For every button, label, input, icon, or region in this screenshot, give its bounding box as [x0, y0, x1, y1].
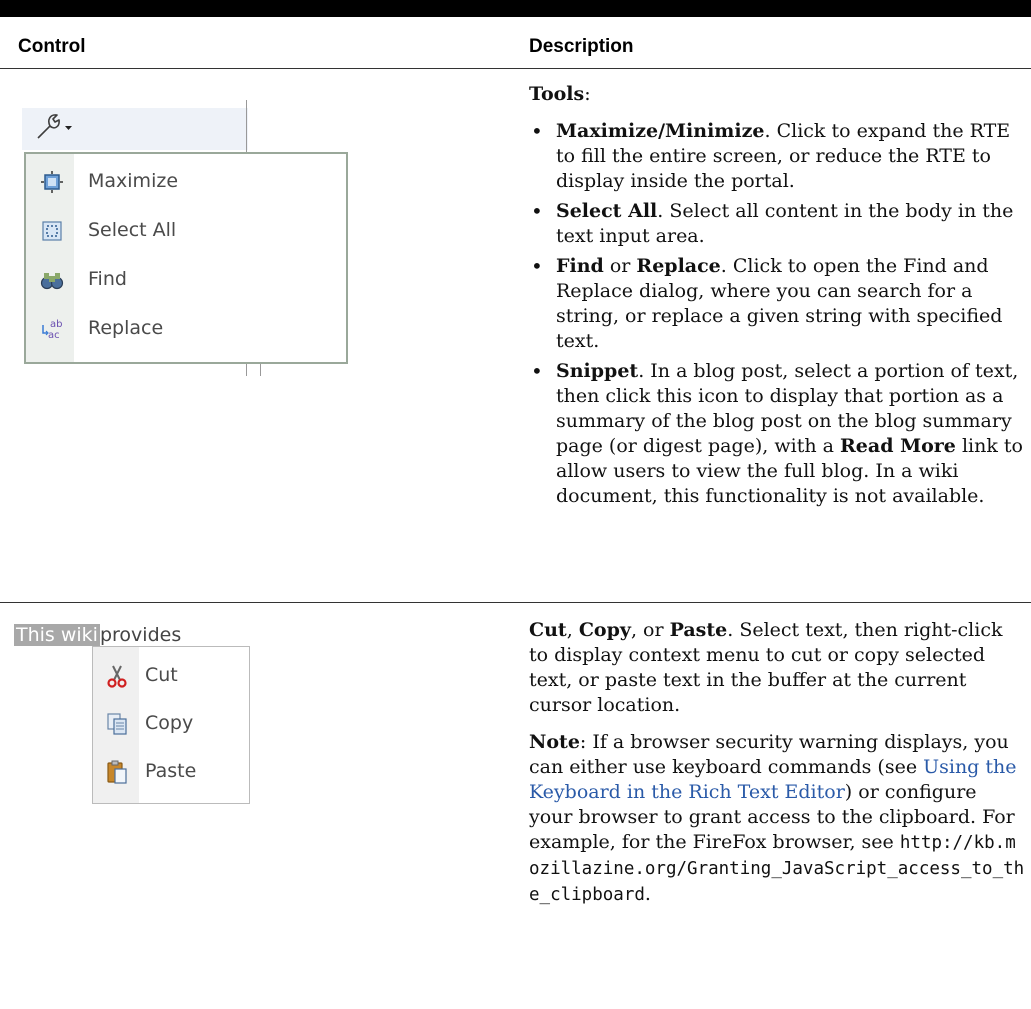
- wrench-icon: [37, 114, 72, 139]
- context-item-cut[interactable]: Cut: [93, 653, 248, 699]
- context-menu: Cut Copy Paste: [92, 646, 250, 804]
- context-item-copy[interactable]: Copy: [93, 701, 248, 747]
- copy-icon: [107, 713, 127, 735]
- clipboard-paragraph: Cut, Copy, or Paste. Select text, then r…: [529, 619, 1003, 716]
- column-header-control: Control: [18, 36, 86, 57]
- scissors-icon: [107, 665, 127, 688]
- select-all-icon: [42, 221, 62, 241]
- selected-text: This wiki: [14, 624, 100, 646]
- tools-title: Tools: [529, 83, 585, 105]
- menu-item-label: Maximize: [88, 170, 179, 192]
- maximize-icon: [41, 171, 63, 193]
- list-item: Snippet. In a blog post, select a portio…: [529, 359, 1025, 509]
- svg-text:ab: ab: [50, 319, 62, 330]
- replace-icon: ab ac: [42, 319, 62, 341]
- context-item-label: Copy: [145, 712, 194, 734]
- header-rule: [0, 68, 1031, 69]
- list-item: Maximize/Minimize. Click to expand the R…: [529, 119, 1025, 194]
- menu-item-maximize[interactable]: Maximize: [26, 158, 348, 206]
- context-menu-control-image: This wiki provides Cut Copy Paste: [14, 624, 274, 836]
- tools-control-image: Maximize Select All Find ab ac Replace: [14, 100, 354, 380]
- tools-dropdown-menu: Maximize Select All Find ab ac Replace: [24, 152, 348, 364]
- clipboard-description: Cut, Copy, or Paste. Select text, then r…: [529, 618, 1025, 908]
- paste-icon: [107, 760, 127, 784]
- tools-bullet-list: Maximize/Minimize. Click to expand the R…: [529, 119, 1025, 509]
- tools-dropdown-button[interactable]: [32, 110, 74, 144]
- list-item: Select All. Select all content in the bo…: [529, 199, 1025, 249]
- context-item-paste[interactable]: Paste: [93, 749, 248, 795]
- context-item-label: Paste: [145, 760, 197, 782]
- menu-item-find[interactable]: Find: [26, 256, 348, 304]
- menu-item-label: Replace: [88, 317, 164, 339]
- menu-item-select-all[interactable]: Select All: [26, 207, 348, 255]
- list-item: Find or Replace. Click to open the Find …: [529, 254, 1025, 354]
- tools-description: Tools: Maximize/Minimize. Click to expan…: [529, 82, 1025, 514]
- row-divider: [0, 602, 1031, 603]
- note-paragraph: Note: If a browser security warning disp…: [529, 731, 1025, 905]
- context-item-label: Cut: [145, 664, 178, 686]
- note-label: Note: [529, 731, 580, 753]
- column-header-description: Description: [529, 36, 634, 57]
- menu-item-label: Select All: [88, 219, 177, 241]
- chevron-down-icon: [65, 126, 72, 130]
- menu-item-label: Find: [88, 268, 127, 290]
- menu-item-replace[interactable]: ab ac Replace: [26, 305, 348, 353]
- svg-text:ac: ac: [48, 330, 60, 341]
- binoculars-icon: [40, 273, 64, 290]
- top-black-bar: [0, 0, 1031, 17]
